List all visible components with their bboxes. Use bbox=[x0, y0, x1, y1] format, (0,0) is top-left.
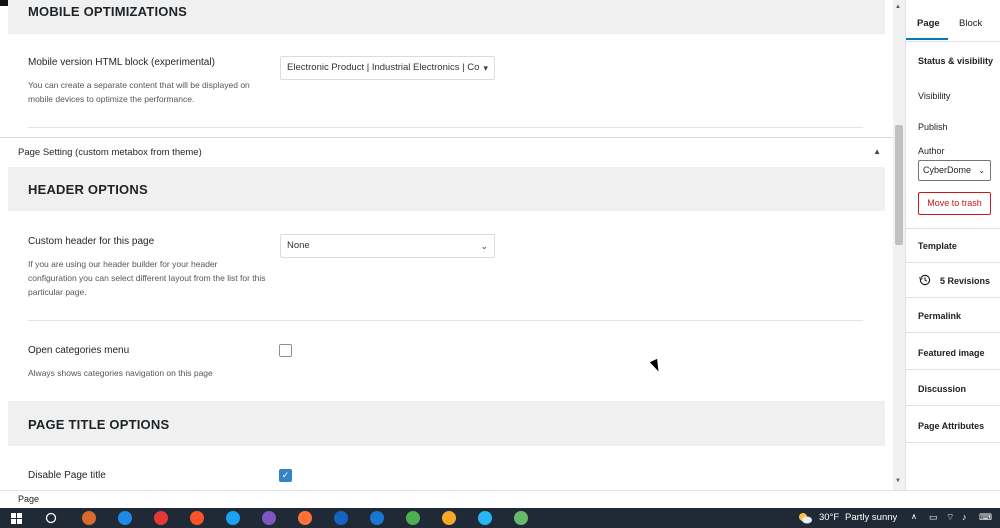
chevron-up-icon[interactable]: ∧ bbox=[911, 512, 917, 521]
mobile-section-band: MOBILE OPTIMIZATIONS bbox=[8, 0, 885, 34]
taskbar-app-icon[interactable] bbox=[118, 511, 132, 525]
main-scrollbar[interactable]: ▲ ▼ bbox=[893, 0, 905, 490]
divider bbox=[28, 320, 863, 321]
custom-header-desc: If you are using our header builder for … bbox=[28, 259, 266, 297]
divider bbox=[28, 127, 863, 128]
header-section-band: HEADER OPTIONS bbox=[8, 167, 885, 211]
custom-header-label: Custom header for this page bbox=[28, 236, 155, 247]
taskbar-app-icon[interactable] bbox=[370, 511, 384, 525]
author-select[interactable]: CyberDome ⌄ bbox=[918, 160, 991, 181]
section-title-mobile: MOBILE OPTIMIZATIONS bbox=[28, 4, 188, 19]
volume-icon[interactable]: ♪ bbox=[962, 512, 967, 522]
divider bbox=[906, 41, 1000, 42]
divider bbox=[906, 297, 1000, 298]
permalink-heading[interactable]: Permalink bbox=[918, 311, 961, 321]
scroll-down-icon[interactable]: ▼ bbox=[895, 478, 901, 484]
metabox-title: Page Setting (custom metabox from theme) bbox=[18, 147, 202, 158]
chevron-down-icon: ⌄ bbox=[480, 241, 488, 251]
tab-block[interactable]: Block bbox=[959, 18, 982, 29]
chevron-down-icon: ▾ bbox=[483, 63, 488, 73]
taskbar-app-icon[interactable] bbox=[262, 511, 276, 525]
windows-start-icon[interactable] bbox=[11, 513, 22, 524]
title-section-band: PAGE TITLE OPTIONS bbox=[8, 401, 885, 446]
mobile-html-value: Electronic Product | Industrial Electron… bbox=[287, 62, 480, 73]
editor-footer: Page bbox=[0, 490, 1000, 508]
search-icon[interactable] bbox=[45, 512, 57, 524]
collapse-arrow-icon[interactable]: ▲ bbox=[873, 147, 881, 156]
divider bbox=[906, 228, 1000, 229]
weather-desc: Partly sunny bbox=[845, 512, 898, 523]
custom-header-select[interactable]: None ⌄ bbox=[280, 234, 495, 258]
taskbar-app-icon[interactable] bbox=[154, 511, 168, 525]
open-categories-desc: Always shows categories navigation on th… bbox=[28, 368, 213, 378]
language-icon[interactable]: ⌨ bbox=[979, 512, 992, 523]
page-attributes-heading[interactable]: Page Attributes bbox=[918, 421, 984, 431]
divider bbox=[906, 405, 1000, 406]
battery-icon[interactable]: ▭ bbox=[929, 512, 938, 523]
active-tab-indicator bbox=[906, 38, 948, 40]
custom-header-value: None bbox=[287, 240, 310, 251]
history-icon bbox=[919, 274, 931, 286]
discussion-heading[interactable]: Discussion bbox=[918, 384, 966, 394]
divider bbox=[906, 262, 1000, 263]
disable-title-checkbox[interactable]: ✓ bbox=[279, 469, 292, 482]
mouse-cursor-icon bbox=[649, 358, 663, 374]
mobile-html-desc: You can create a separate content that w… bbox=[28, 80, 250, 104]
weather-partly-sunny-icon[interactable] bbox=[797, 512, 813, 524]
network-icon[interactable]: ⌔ bbox=[946, 512, 954, 523]
mobile-html-select[interactable]: Electronic Product | Industrial Electron… bbox=[280, 56, 495, 80]
status-visibility-heading[interactable]: Status & visibility bbox=[918, 56, 993, 66]
featured-image-heading[interactable]: Featured image bbox=[918, 348, 985, 358]
taskbar-app-icon[interactable] bbox=[478, 511, 492, 525]
move-to-trash-button[interactable]: Move to trash bbox=[918, 192, 991, 215]
open-categories-checkbox[interactable] bbox=[279, 344, 292, 357]
taskbar-app-icon[interactable] bbox=[514, 511, 528, 525]
taskbar-app-icon[interactable] bbox=[82, 511, 96, 525]
publish-label: Publish bbox=[918, 122, 948, 132]
open-categories-label: Open categories menu bbox=[28, 345, 130, 356]
divider bbox=[906, 369, 1000, 370]
disable-title-label: Disable Page title bbox=[28, 470, 106, 481]
section-title-header: HEADER OPTIONS bbox=[28, 182, 148, 197]
divider bbox=[906, 442, 1000, 443]
weather-temp: 30°F bbox=[819, 512, 840, 523]
breadcrumb[interactable]: Page bbox=[18, 494, 39, 504]
editor-main: MOBILE OPTIMIZATIONS Mobile version HTML… bbox=[0, 0, 893, 490]
revisions-link[interactable]: 5 Revisions bbox=[940, 276, 990, 286]
metabox-header[interactable]: Page Setting (custom metabox from theme)… bbox=[0, 137, 893, 166]
taskbar-app-icon[interactable] bbox=[406, 511, 420, 525]
taskbar-app-icon[interactable] bbox=[190, 511, 204, 525]
windows-taskbar: 30°F Partly sunny ∧ ▭ ⌔ ♪ ⌨ bbox=[0, 508, 1000, 528]
section-title-page-title: PAGE TITLE OPTIONS bbox=[28, 417, 170, 432]
settings-sidebar: Page Block Status & visibility Visibilit… bbox=[905, 0, 1000, 490]
author-label: Author bbox=[918, 146, 945, 156]
taskbar-app-icon[interactable] bbox=[226, 511, 240, 525]
tab-page[interactable]: Page bbox=[917, 18, 940, 29]
taskbar-app-icon[interactable] bbox=[334, 511, 348, 525]
divider bbox=[906, 332, 1000, 333]
scroll-up-icon[interactable]: ▲ bbox=[895, 4, 901, 10]
scroll-thumb[interactable] bbox=[895, 125, 903, 245]
screen: MOBILE OPTIMIZATIONS Mobile version HTML… bbox=[0, 0, 1000, 528]
taskbar-app-icon[interactable] bbox=[442, 511, 456, 525]
author-value: CyberDome bbox=[923, 165, 972, 175]
taskbar-app-icon[interactable] bbox=[298, 511, 312, 525]
checkmark-icon: ✓ bbox=[281, 470, 290, 480]
mobile-html-label: Mobile version HTML block (experimental) bbox=[28, 57, 215, 68]
chevron-down-icon: ⌄ bbox=[978, 166, 985, 175]
template-heading[interactable]: Template bbox=[918, 241, 957, 251]
visibility-label: Visibility bbox=[918, 91, 951, 101]
